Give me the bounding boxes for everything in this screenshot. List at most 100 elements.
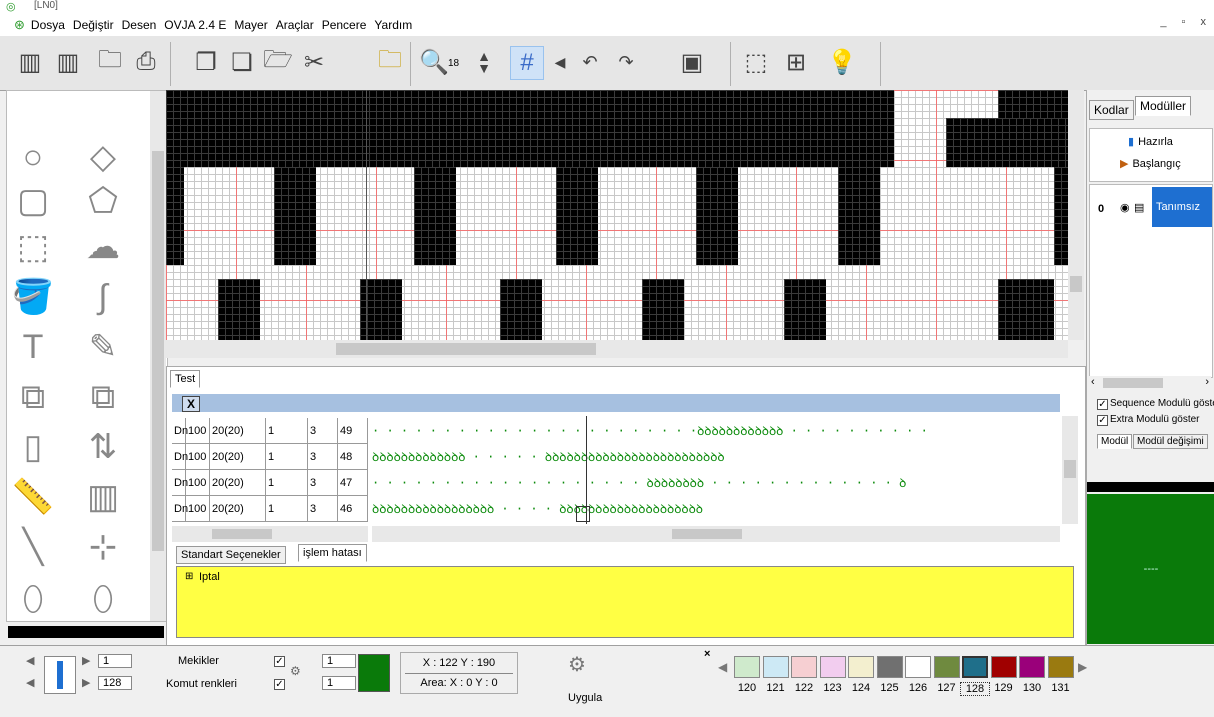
comb-tool-icon[interactable]: ▥ xyxy=(83,477,123,517)
palette-swatch-129[interactable] xyxy=(990,656,1017,678)
table-hscrollbar-thumb[interactable] xyxy=(212,529,272,539)
tools-scrollbar-thumb[interactable] xyxy=(152,151,164,551)
diamond-tool-icon[interactable]: ◇ xyxy=(83,137,123,177)
rounded-rect-tool-icon[interactable]: ▢ xyxy=(13,181,53,221)
arrow-left-icon[interactable]: ◀ xyxy=(26,654,34,667)
move-cube-tool-icon[interactable]: ⧉ xyxy=(83,377,123,417)
lightbulb-icon[interactable]: 💡 xyxy=(826,46,858,78)
zoom-icon[interactable]: 🔍 xyxy=(418,46,450,78)
table-row[interactable]: Dn 100 20(20) 1 3 46 xyxy=(172,496,368,522)
paste-icon[interactable]: ❏ xyxy=(226,46,258,78)
module-hscrollbar[interactable]: ‹ › xyxy=(1089,376,1211,390)
tab-test[interactable]: Test xyxy=(170,370,201,388)
lasso-tool-icon[interactable]: ☁ xyxy=(83,227,123,267)
scroll-right-icon[interactable]: › xyxy=(1205,376,1209,388)
circle-tool-icon[interactable]: ○ xyxy=(13,137,53,177)
stitch-row[interactable]: ꝺꝺꝺꝺꝺꝺꝺꝺꝺꝺꝺꝺꝺ · · · · · ꝺꝺꝺꝺꝺꝺꝺꝺꝺꝺꝺꝺꝺꝺꝺꝺ… xyxy=(372,444,1060,470)
start-action[interactable]: ▶ Başlangıç xyxy=(1120,157,1181,171)
machine-receive-icon[interactable]: ▥ xyxy=(52,46,84,78)
menu-dosya[interactable]: Dosya xyxy=(27,18,69,32)
print-icon[interactable]: ⎙ xyxy=(130,46,162,78)
tools-scrollbar[interactable] xyxy=(150,91,166,621)
menu-araclar[interactable]: Araçlar xyxy=(272,18,318,32)
tab-modul[interactable]: Modül xyxy=(1097,434,1133,449)
links-icon[interactable]: ⚙ xyxy=(290,664,301,678)
mdi-window-controls[interactable]: _ ▫ x xyxy=(1160,16,1212,28)
machine-send-icon[interactable]: ▥ xyxy=(14,46,46,78)
grid-vscrollbar-thumb[interactable] xyxy=(1070,276,1082,292)
stitch-vscrollbar[interactable] xyxy=(1062,416,1078,524)
slider-control[interactable] xyxy=(44,656,76,694)
palette-swatch-122[interactable] xyxy=(791,656,817,678)
polygon-tool-icon[interactable]: ⬠ xyxy=(83,181,123,221)
menu-pencere[interactable]: Pencere xyxy=(318,18,371,32)
palette-swatch-124[interactable] xyxy=(848,656,874,678)
palette-swatch-125[interactable] xyxy=(876,656,903,678)
stitch-hscrollbar[interactable] xyxy=(372,526,1060,542)
line-tool-icon[interactable]: ╲ xyxy=(13,527,53,567)
menu-yardim[interactable]: Yardım xyxy=(370,18,416,32)
new-file-icon[interactable]: 🗀 xyxy=(94,46,126,78)
arrow-left-icon[interactable]: ◀ xyxy=(26,676,34,689)
stitch-row[interactable]: · · · · · · · · · · · · · · · · · · · ꝺꝺ… xyxy=(372,470,1060,496)
komut-checkbox[interactable]: ✓ xyxy=(274,679,285,690)
module-item-selected[interactable]: Tanımsız xyxy=(1152,187,1212,227)
table-row[interactable]: Dn 100 20(20) 1 3 47 xyxy=(172,470,368,496)
rect-select-tool-icon[interactable]: ⬚ xyxy=(13,227,53,267)
palette-next-icon[interactable]: ▶ xyxy=(1078,660,1087,674)
ruler-tool-icon[interactable]: 📏 xyxy=(12,477,54,517)
palette-swatch-128[interactable] xyxy=(962,656,988,678)
menu-desen[interactable]: Desen xyxy=(118,18,161,32)
stitch-hscrollbar-thumb[interactable] xyxy=(672,529,742,539)
mekik-value-field[interactable]: 1 xyxy=(322,654,356,668)
copy-cube-tool-icon[interactable]: ⧉ xyxy=(13,377,53,417)
palette-swatch-120[interactable] xyxy=(734,656,760,678)
selection-rect-icon[interactable]: ⬚ xyxy=(740,46,772,78)
active-color-block[interactable] xyxy=(358,654,390,692)
pattern-grid[interactable] xyxy=(166,90,1068,340)
arrow-right-icon[interactable]: ▶ xyxy=(82,676,90,689)
scroll-left-icon[interactable]: ‹ xyxy=(1091,376,1095,388)
end-row-field[interactable]: 128 xyxy=(98,676,132,690)
menu-degistir[interactable]: Değiştir xyxy=(69,18,118,32)
tab-islem-hatasi[interactable]: işlem hatası xyxy=(298,544,367,562)
zoom-spinner-icon[interactable]: ▲ ▼ xyxy=(468,46,500,78)
prepare-action[interactable]: ▮ Hazırla xyxy=(1128,135,1173,149)
scissors-icon[interactable]: ✂ xyxy=(298,46,330,78)
blob-tool-icon[interactable]: ⬯ xyxy=(13,579,53,619)
menu-mayer[interactable]: Mayer xyxy=(230,18,271,32)
palette-swatch-126[interactable] xyxy=(905,656,931,678)
palette-swatch-123[interactable] xyxy=(819,656,846,678)
module-doc-icon[interactable]: ▤ xyxy=(1134,201,1144,214)
text-tool-icon[interactable]: T xyxy=(13,327,53,367)
start-row-field[interactable]: 1 xyxy=(98,654,132,668)
close-test-button[interactable]: X xyxy=(182,396,200,412)
palette-swatch-131[interactable] xyxy=(1047,656,1074,678)
stitch-row[interactable]: · · · · · · · · · · · · · · · · · · · · … xyxy=(372,418,1060,444)
tab-modul-degisimi[interactable]: Modül değişimi xyxy=(1133,434,1208,449)
grid-toggle-icon[interactable]: # xyxy=(510,46,544,80)
undo-icon[interactable]: ↶ xyxy=(574,46,606,78)
gears-icon[interactable]: ⚙ xyxy=(568,652,586,677)
grid-spinner-icon[interactable]: ◀ xyxy=(544,46,576,78)
cylinder-tool-icon[interactable]: ▯ xyxy=(13,427,53,467)
tree-item-iptal[interactable]: Iptal xyxy=(199,571,220,583)
tab-moduller[interactable]: Modüller xyxy=(1135,96,1192,116)
visibility-eye-icon[interactable]: ◉ xyxy=(1120,201,1130,214)
flip-tool-icon[interactable]: ⇅ xyxy=(83,427,123,467)
extra-checkbox[interactable]: ✓ xyxy=(1097,415,1108,426)
table-hscrollbar[interactable] xyxy=(172,526,368,542)
grid-hscrollbar[interactable] xyxy=(166,340,1068,358)
pen-tool-icon[interactable]: ✎ xyxy=(83,327,123,367)
sequence-checkbox[interactable]: ✓ xyxy=(1097,399,1108,410)
table-row[interactable]: Dn 100 20(20) 1 3 49 xyxy=(172,418,368,444)
arrow-right-icon[interactable]: ▶ xyxy=(82,654,90,667)
tab-standart-secenekler[interactable]: Standart Seçenekler xyxy=(176,546,286,564)
palette-close-icon[interactable]: × xyxy=(704,648,710,660)
tab-kodlar[interactable]: Kodlar xyxy=(1089,100,1134,120)
curve-tool-icon[interactable]: ∫ xyxy=(83,277,123,317)
mekikler-checkbox[interactable]: ✓ xyxy=(274,656,285,667)
grid-view-icon[interactable]: ⊞ xyxy=(780,46,812,78)
slider-thumb[interactable] xyxy=(57,661,63,689)
palette-prev-icon[interactable]: ◀ xyxy=(718,660,727,674)
